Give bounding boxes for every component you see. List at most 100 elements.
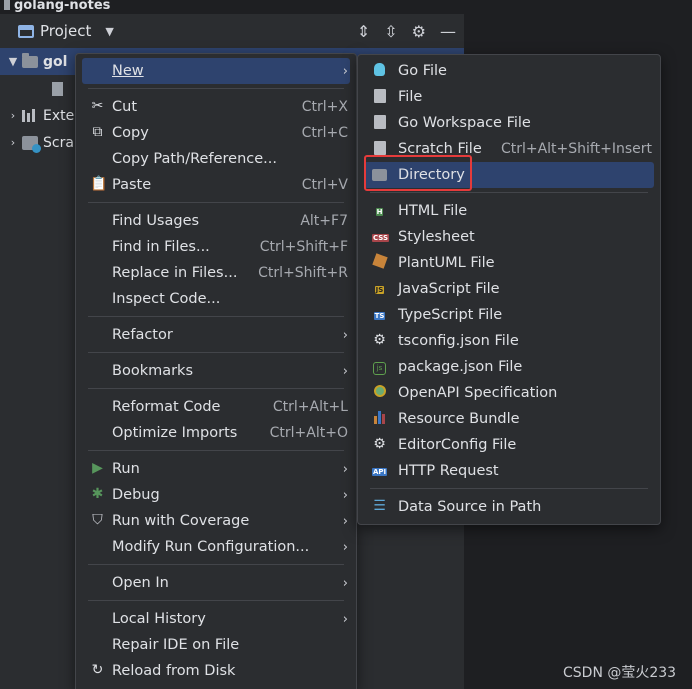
- menu-item-open-in[interactable]: Open In ›: [82, 570, 350, 596]
- expand-all-icon[interactable]: ⇕: [357, 22, 370, 41]
- menu-item-resource-bundle[interactable]: Resource Bundle: [364, 406, 654, 432]
- project-square-icon: [4, 0, 10, 10]
- shortcut: Ctrl+V: [301, 177, 348, 193]
- new-submenu: Go File File Go Workspace File Scratch F…: [357, 54, 661, 525]
- menu-item-cut[interactable]: ✂ Cut Ctrl+X: [82, 94, 350, 120]
- library-icon: [22, 109, 38, 122]
- chevron-right-icon: ›: [342, 327, 348, 343]
- copy-icon: ⧉: [92, 124, 103, 140]
- menu-item-optimize-imports[interactable]: Optimize Imports Ctrl+Alt+O: [82, 420, 350, 446]
- menu-item-http-request[interactable]: API HTTP Request: [364, 458, 654, 484]
- menu-item-go-file[interactable]: Go File: [364, 58, 654, 84]
- menu-item-find-usages[interactable]: Find Usages Alt+F7: [82, 208, 350, 234]
- menu-item-new[interactable]: New ›: [82, 58, 350, 84]
- menu-item-bookmarks[interactable]: Bookmarks ›: [82, 358, 350, 384]
- menu-item-label: Open In: [112, 575, 169, 591]
- menu-item-data-source[interactable]: ☰ Data Source in Path: [364, 494, 654, 520]
- menu-item-label: Find Usages: [112, 213, 200, 229]
- menu-item-refactor[interactable]: Refactor ›: [82, 322, 350, 348]
- chevron-right-icon: ›: [342, 513, 348, 529]
- menu-item-copy-path[interactable]: Copy Path/Reference...: [82, 146, 350, 172]
- menu-item-package-json[interactable]: js package.json File: [364, 354, 654, 380]
- menu-item-label: PlantUML File: [398, 255, 495, 271]
- menu-item-editorconfig[interactable]: ⚙ EditorConfig File: [364, 432, 654, 458]
- menu-item-go-workspace[interactable]: Go Workspace File: [364, 110, 654, 136]
- separator: [88, 352, 344, 353]
- menu-item-label: tsconfig.json File: [398, 333, 519, 349]
- context-menu: New › ✂ Cut Ctrl+X ⧉ Copy Ctrl+C Copy Path/Re…: [75, 53, 357, 689]
- menu-item-label: New: [112, 63, 144, 79]
- menu-item-plantuml[interactable]: PlantUML File: [364, 250, 654, 276]
- resource-bundle-icon: [372, 411, 387, 426]
- menu-item-label: Copy Path/Reference...: [112, 151, 277, 167]
- menu-item-run-coverage[interactable]: ⛉ Run with Coverage ›: [82, 508, 350, 534]
- shortcut: Ctrl+Shift+F: [259, 239, 348, 255]
- tree-item-label: Exte: [43, 107, 75, 124]
- menu-item-label: Replace in Files...: [112, 265, 238, 281]
- shortcut: Ctrl+Alt+Shift+Insert: [500, 141, 652, 157]
- menu-item-file[interactable]: File: [364, 84, 654, 110]
- project-panel-title: Project: [40, 22, 92, 40]
- menu-item-modify-run[interactable]: Modify Run Configuration... ›: [82, 534, 350, 560]
- menu-item-label: Go File: [398, 63, 447, 79]
- menu-item-reload[interactable]: ↻ Reload from Disk: [82, 658, 350, 684]
- window-title: golang-notes: [14, 0, 111, 13]
- menu-item-label: Bookmarks: [112, 363, 194, 379]
- nodejs-icon: js: [372, 359, 387, 375]
- menu-item-stylesheet[interactable]: CSS Stylesheet: [364, 224, 654, 250]
- collapse-all-icon[interactable]: ⇳: [384, 22, 397, 41]
- gear-icon[interactable]: ⚙: [412, 22, 426, 41]
- separator: [88, 450, 344, 451]
- shortcut: Ctrl+Shift+R: [258, 265, 348, 281]
- openapi-icon: [372, 385, 387, 400]
- folder-icon: [22, 52, 38, 68]
- menu-item-debug[interactable]: ✱ Debug ›: [82, 482, 350, 508]
- shortcut: Ctrl+C: [301, 125, 348, 141]
- menu-item-label: EditorConfig File: [398, 437, 517, 453]
- separator: [88, 600, 344, 601]
- menu-item-openapi[interactable]: OpenAPI Specification: [364, 380, 654, 406]
- menu-item-label: Reload from Disk: [112, 663, 236, 679]
- javascript-file-icon: JS: [374, 286, 385, 294]
- menu-item-label: Paste: [112, 177, 152, 193]
- menu-item-label: Refactor: [112, 327, 173, 343]
- file-icon: [52, 81, 63, 96]
- menu-item-tsconfig[interactable]: ⚙ tsconfig.json File: [364, 328, 654, 354]
- menu-item-paste[interactable]: 📋 Paste Ctrl+V: [82, 172, 350, 198]
- chevron-right-icon[interactable]: ›: [4, 136, 22, 149]
- menu-item-label: Run with Coverage: [112, 513, 250, 529]
- chevron-right-icon[interactable]: ›: [4, 109, 22, 122]
- menu-item-local-history[interactable]: Local History ›: [82, 606, 350, 632]
- menu-item-label: HTML File: [398, 203, 468, 219]
- menu-item-replace-in-files[interactable]: Replace in Files... Ctrl+Shift+R: [82, 260, 350, 286]
- menu-item-label: Copy: [112, 125, 149, 141]
- tree-item-label: Scra: [43, 134, 74, 151]
- html-file-icon: H: [375, 208, 384, 216]
- separator: [88, 316, 344, 317]
- menu-item-inspect-code[interactable]: Inspect Code...: [82, 286, 350, 312]
- chevron-down-icon[interactable]: ▼: [4, 55, 22, 68]
- menu-item-repair-ide[interactable]: Repair IDE on File: [82, 632, 350, 658]
- menu-item-label: JavaScript File: [398, 281, 500, 297]
- menu-item-copy[interactable]: ⧉ Copy Ctrl+C: [82, 120, 350, 146]
- separator: [88, 88, 344, 89]
- chevron-down-icon[interactable]: ▼: [105, 25, 113, 38]
- highlight-callout-box: [364, 155, 472, 191]
- menu-item-javascript[interactable]: JS JavaScript File: [364, 276, 654, 302]
- menu-item-typescript[interactable]: TS TypeScript File: [364, 302, 654, 328]
- coverage-shield-icon: ⛉: [92, 512, 103, 528]
- menu-item-label: HTTP Request: [398, 463, 499, 479]
- tree-item-label: gol: [43, 53, 68, 70]
- menu-item-html-file[interactable]: H HTML File: [364, 198, 654, 224]
- menu-item-run[interactable]: ▶ Run ›: [82, 456, 350, 482]
- scissors-icon: ✂: [91, 98, 104, 114]
- separator: [88, 202, 344, 203]
- http-api-icon: API: [372, 468, 388, 476]
- menu-item-find-in-files[interactable]: Find in Files... Ctrl+Shift+F: [82, 234, 350, 260]
- shortcut: Alt+F7: [300, 213, 348, 229]
- menu-item-reformat-code[interactable]: Reformat Code Ctrl+Alt+L: [82, 394, 350, 420]
- shortcut: Ctrl+Alt+L: [272, 399, 348, 415]
- gear-icon: ⚙: [373, 436, 386, 452]
- hide-icon[interactable]: —: [440, 22, 456, 41]
- menu-item-label: Inspect Code...: [112, 291, 221, 307]
